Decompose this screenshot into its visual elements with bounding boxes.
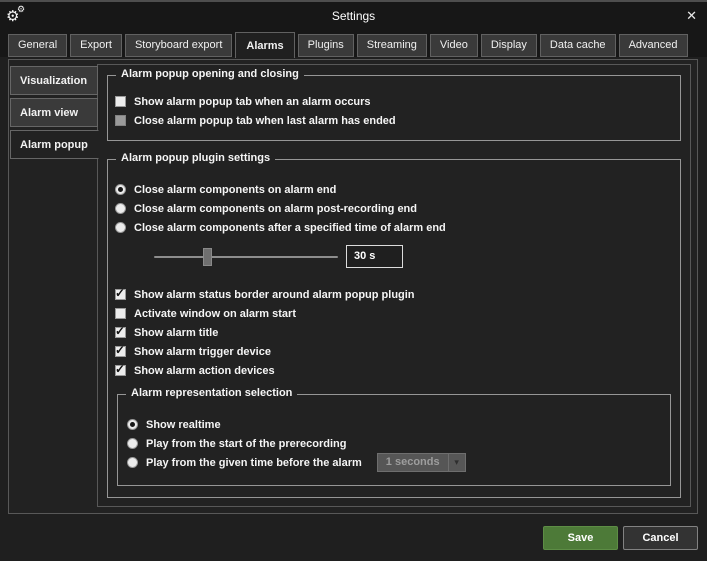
tab-plugins[interactable]: Plugins bbox=[298, 34, 354, 57]
plugin-checkbox-list: Show alarm status border around alarm po… bbox=[115, 285, 673, 380]
side-tab-alarm-popup[interactable]: Alarm popup bbox=[10, 130, 99, 159]
group-plugin-settings: Alarm popup plugin settings Close alarm … bbox=[107, 159, 681, 498]
radio-label: Play from the given time before the alar… bbox=[146, 457, 362, 469]
checkbox-icon[interactable] bbox=[115, 365, 126, 376]
radio-icon[interactable] bbox=[127, 457, 138, 468]
radio-row-play-given-time[interactable]: Play from the given time before the alar… bbox=[127, 453, 663, 472]
slider-thumb[interactable] bbox=[203, 248, 212, 266]
radio-icon[interactable] bbox=[127, 419, 138, 430]
checkbox-row-action-devices[interactable]: Show alarm action devices bbox=[115, 361, 673, 380]
group-title: Alarm representation selection bbox=[126, 387, 297, 399]
tab-storyboard-export[interactable]: Storyboard export bbox=[125, 34, 232, 57]
tab-data-cache[interactable]: Data cache bbox=[540, 34, 616, 57]
checkbox-row-show-popup-tab[interactable]: Show alarm popup tab when an alarm occur… bbox=[115, 92, 673, 111]
dropdown-value: 1 seconds bbox=[378, 454, 448, 471]
window-title: Settings bbox=[0, 2, 707, 30]
alarm-popup-panel: Alarm popup opening and closing Show ala… bbox=[97, 64, 691, 507]
slider-value-box[interactable]: 30 s bbox=[346, 245, 403, 268]
dialog-footer: Save Cancel bbox=[543, 526, 698, 550]
radio-label: Close alarm components on alarm post-rec… bbox=[134, 203, 417, 215]
group-opening-closing: Alarm popup opening and closing Show ala… bbox=[107, 75, 681, 141]
chevron-down-icon[interactable]: ▾ bbox=[448, 454, 465, 471]
checkbox-row-show-title[interactable]: Show alarm title bbox=[115, 323, 673, 342]
tab-export[interactable]: Export bbox=[70, 34, 122, 57]
checkbox-label: Close alarm popup tab when last alarm ha… bbox=[134, 115, 396, 127]
tab-video[interactable]: Video bbox=[430, 34, 478, 57]
alarms-tab-page: Visualization Alarm view Alarm popup Ala… bbox=[8, 59, 698, 514]
group-title: Alarm popup opening and closing bbox=[116, 68, 304, 80]
tab-alarms[interactable]: Alarms bbox=[235, 32, 294, 58]
radio-row-close-on-postrecording-end[interactable]: Close alarm components on alarm post-rec… bbox=[115, 199, 673, 218]
time-slider[interactable] bbox=[154, 248, 338, 266]
radio-label: Close alarm components on alarm end bbox=[134, 184, 336, 196]
checkbox-icon[interactable] bbox=[115, 115, 126, 126]
alarm-end-time-slider-row: 30 s bbox=[154, 245, 403, 268]
checkbox-icon[interactable] bbox=[115, 96, 126, 107]
side-tab-visualization[interactable]: Visualization bbox=[10, 66, 98, 95]
radio-icon[interactable] bbox=[127, 438, 138, 449]
radio-row-close-after-time[interactable]: Close alarm components after a specified… bbox=[115, 218, 673, 237]
cancel-button[interactable]: Cancel bbox=[623, 526, 698, 550]
checkbox-label: Show alarm popup tab when an alarm occur… bbox=[134, 96, 371, 108]
radio-icon[interactable] bbox=[115, 203, 126, 214]
tab-advanced[interactable]: Advanced bbox=[619, 34, 688, 57]
checkbox-icon[interactable] bbox=[115, 289, 126, 300]
checkbox-icon[interactable] bbox=[115, 308, 126, 319]
checkbox-label: Show alarm trigger device bbox=[134, 346, 271, 358]
title-bar: ⚙ ⚙ Settings ✕ bbox=[0, 2, 707, 30]
checkbox-row-trigger-device[interactable]: Show alarm trigger device bbox=[115, 342, 673, 361]
save-button[interactable]: Save bbox=[543, 526, 618, 550]
radio-row-show-realtime[interactable]: Show realtime bbox=[127, 415, 663, 434]
time-before-alarm-dropdown[interactable]: 1 seconds ▾ bbox=[377, 453, 466, 472]
radio-icon[interactable] bbox=[115, 222, 126, 233]
settings-window: ⚙ ⚙ Settings ✕ General Export Storyboard… bbox=[0, 0, 707, 561]
close-icon[interactable]: ✕ bbox=[686, 2, 697, 30]
radio-row-play-prerecording[interactable]: Play from the start of the prerecording bbox=[127, 434, 663, 453]
checkbox-row-close-popup-tab[interactable]: Close alarm popup tab when last alarm ha… bbox=[115, 111, 673, 130]
radio-row-close-on-alarm-end[interactable]: Close alarm components on alarm end bbox=[115, 180, 673, 199]
checkbox-row-activate-window[interactable]: Activate window on alarm start bbox=[115, 304, 673, 323]
side-tab-alarm-view[interactable]: Alarm view bbox=[10, 98, 98, 127]
checkbox-label: Show alarm action devices bbox=[134, 365, 275, 377]
radio-icon[interactable] bbox=[115, 184, 126, 195]
slider-track[interactable] bbox=[154, 256, 338, 258]
checkbox-icon[interactable] bbox=[115, 346, 126, 357]
tab-general[interactable]: General bbox=[8, 34, 67, 57]
alarm-side-tabs: Visualization Alarm view Alarm popup bbox=[10, 66, 98, 162]
checkbox-label: Show alarm title bbox=[134, 327, 218, 339]
radio-label: Close alarm components after a specified… bbox=[134, 222, 446, 234]
group-representation: Alarm representation selection Show real… bbox=[117, 394, 671, 486]
checkbox-icon[interactable] bbox=[115, 327, 126, 338]
radio-label: Play from the start of the prerecording bbox=[146, 438, 346, 450]
group-title: Alarm popup plugin settings bbox=[116, 152, 275, 164]
radio-label: Show realtime bbox=[146, 419, 221, 431]
checkbox-row-status-border[interactable]: Show alarm status border around alarm po… bbox=[115, 285, 673, 304]
checkbox-label: Show alarm status border around alarm po… bbox=[134, 289, 415, 301]
settings-tab-bar: General Export Storyboard export Alarms … bbox=[0, 30, 707, 57]
checkbox-label: Activate window on alarm start bbox=[134, 308, 296, 320]
tab-display[interactable]: Display bbox=[481, 34, 537, 57]
tab-streaming[interactable]: Streaming bbox=[357, 34, 427, 57]
